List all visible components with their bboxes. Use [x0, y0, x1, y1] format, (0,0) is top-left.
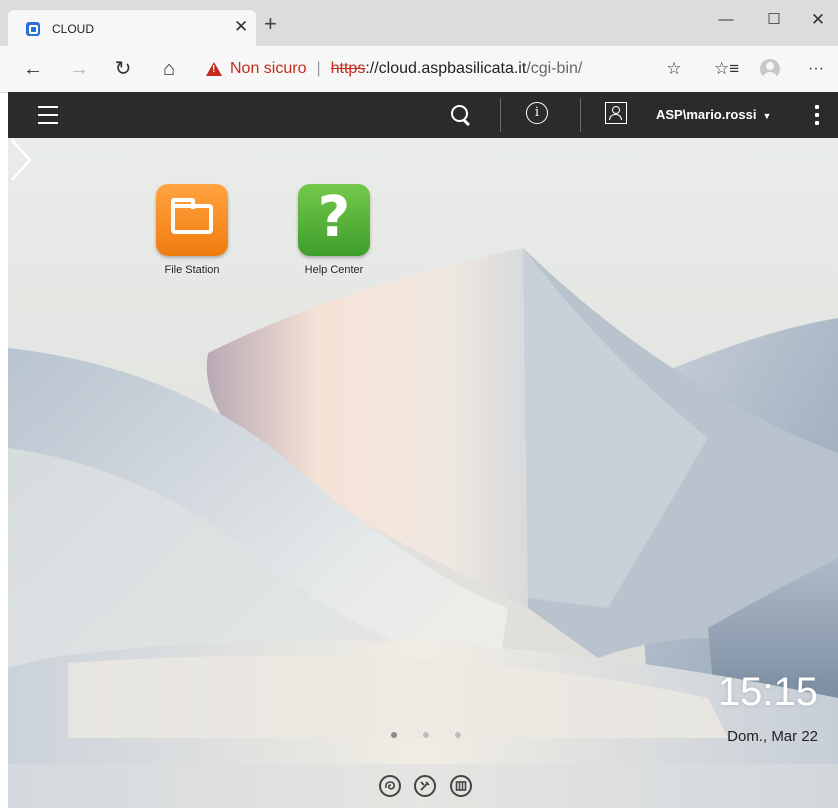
window-maximize-button[interactable]: ☐ [754, 6, 794, 34]
tab-close-icon[interactable]: ✕ [234, 18, 248, 35]
browser-menu-button[interactable]: ··· [804, 57, 828, 81]
clock-time: 15:15 [717, 670, 818, 714]
clock-date: Dom., Mar 22 [727, 728, 818, 745]
next-page-chevron-icon[interactable] [8, 138, 34, 182]
toolbar-divider [500, 98, 501, 132]
page-dot-active[interactable] [391, 732, 397, 738]
warning-icon[interactable] [206, 62, 222, 76]
search-icon[interactable] [451, 105, 468, 122]
tab-title: CLOUD [52, 22, 95, 36]
profile-avatar[interactable] [758, 57, 782, 81]
browser-tab-bar: CLOUD ✕ + — ☐ ✕ [0, 0, 838, 46]
favorite-star-icon[interactable]: ☆ [662, 57, 686, 81]
favorites-list-icon[interactable]: ☆≡ [714, 57, 739, 81]
url-scheme: https [330, 60, 366, 77]
forward-button[interactable]: → [66, 56, 92, 82]
address-separator: | [316, 60, 321, 77]
toolbar-divider [580, 98, 581, 132]
reload-button[interactable]: ↻ [110, 56, 136, 82]
window-minimize-button[interactable]: — [706, 6, 746, 34]
not-secure-label[interactable]: Non sicuro [230, 60, 306, 78]
folder-icon [156, 184, 228, 256]
person-icon [760, 59, 780, 79]
page-dot[interactable] [455, 732, 461, 738]
back-button[interactable]: ← [20, 56, 46, 82]
cloud-favicon-icon [26, 22, 40, 36]
page-indicator [389, 730, 469, 740]
bottom-dock [8, 764, 838, 808]
window-close-button[interactable]: ✕ [798, 6, 838, 34]
browser-toolbar: ← → ↻ ⌂ Non sicuro | https://cloud.aspba… [0, 46, 838, 93]
address-bar[interactable]: Non sicuro | https://cloud.aspbasilicata… [196, 53, 702, 85]
browser-tab-cloud[interactable]: CLOUD ✕ [8, 10, 256, 46]
user-icon[interactable] [605, 102, 627, 124]
url-path: /cgi-bin/ [526, 60, 583, 77]
columns-icon[interactable] [450, 775, 472, 797]
page-dot[interactable] [423, 732, 429, 738]
app-file-station[interactable]: File Station [137, 184, 247, 276]
username-label: ASP\mario.rossi [656, 107, 757, 122]
desktop-area: File Station ? Help Center 15:15 Dom., M… [8, 138, 838, 808]
url-host: ://cloud.aspbasilicata.it [365, 60, 527, 77]
more-options-icon[interactable] [815, 105, 819, 125]
app-label: Help Center [304, 264, 364, 276]
circle-swirl-icon[interactable] [379, 775, 401, 797]
question-icon: ? [298, 184, 370, 256]
app-label: File Station [164, 264, 220, 276]
user-menu[interactable]: ASP\mario.rossi ▼ [656, 107, 771, 122]
caret-down-icon: ▼ [762, 111, 772, 121]
hamburger-menu-icon[interactable] [38, 106, 58, 124]
new-tab-button[interactable]: + [264, 13, 277, 35]
info-icon[interactable]: i [526, 102, 548, 124]
app-top-bar: i ASP\mario.rossi ▼ [8, 92, 838, 138]
home-button[interactable]: ⌂ [156, 56, 182, 82]
app-help-center[interactable]: ? Help Center [279, 184, 389, 276]
tools-icon[interactable] [414, 775, 436, 797]
